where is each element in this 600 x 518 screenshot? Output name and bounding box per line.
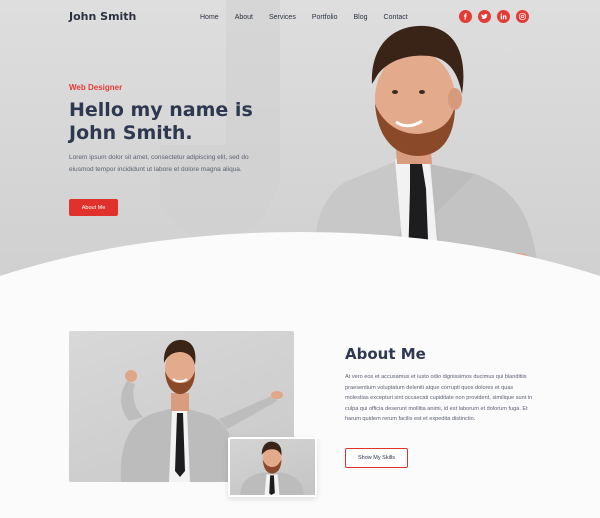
brand-logo[interactable]: John Smith — [69, 10, 136, 23]
hero-kicker: Web Designer — [69, 83, 123, 92]
hero-section — [0, 0, 600, 300]
linkedin-icon[interactable] — [497, 10, 510, 23]
facebook-icon[interactable] — [459, 10, 472, 23]
about-title: About Me — [345, 345, 426, 363]
about-me-button[interactable]: About Me — [69, 199, 118, 216]
show-skills-button[interactable]: Show My Skills — [345, 448, 408, 468]
hero-lead-text: Lorem ipsum dolor sit amet, consectetur … — [69, 154, 249, 173]
social-links — [459, 10, 535, 23]
instagram-icon[interactable] — [516, 10, 529, 23]
nav-item-blog[interactable]: Blog — [354, 14, 368, 21]
twitter-icon[interactable] — [478, 10, 491, 23]
nav-item-contact[interactable]: Contact — [384, 14, 408, 21]
hero-headline: Hello my name is John Smith. — [69, 99, 253, 144]
nav-item-portfolio[interactable]: Portfolio — [312, 14, 338, 21]
nav-item-services[interactable]: Services — [269, 14, 296, 21]
nav-menu: Home About Services Portfolio Blog Conta… — [200, 14, 424, 21]
nav-item-home[interactable]: Home — [200, 14, 219, 21]
about-description: At vero eos et accusamus et iusto odio d… — [345, 374, 533, 423]
about-photo-small — [228, 437, 317, 497]
top-navigation: John Smith Home About Services Portfolio… — [0, 0, 600, 34]
nav-item-about[interactable]: About — [235, 14, 253, 21]
